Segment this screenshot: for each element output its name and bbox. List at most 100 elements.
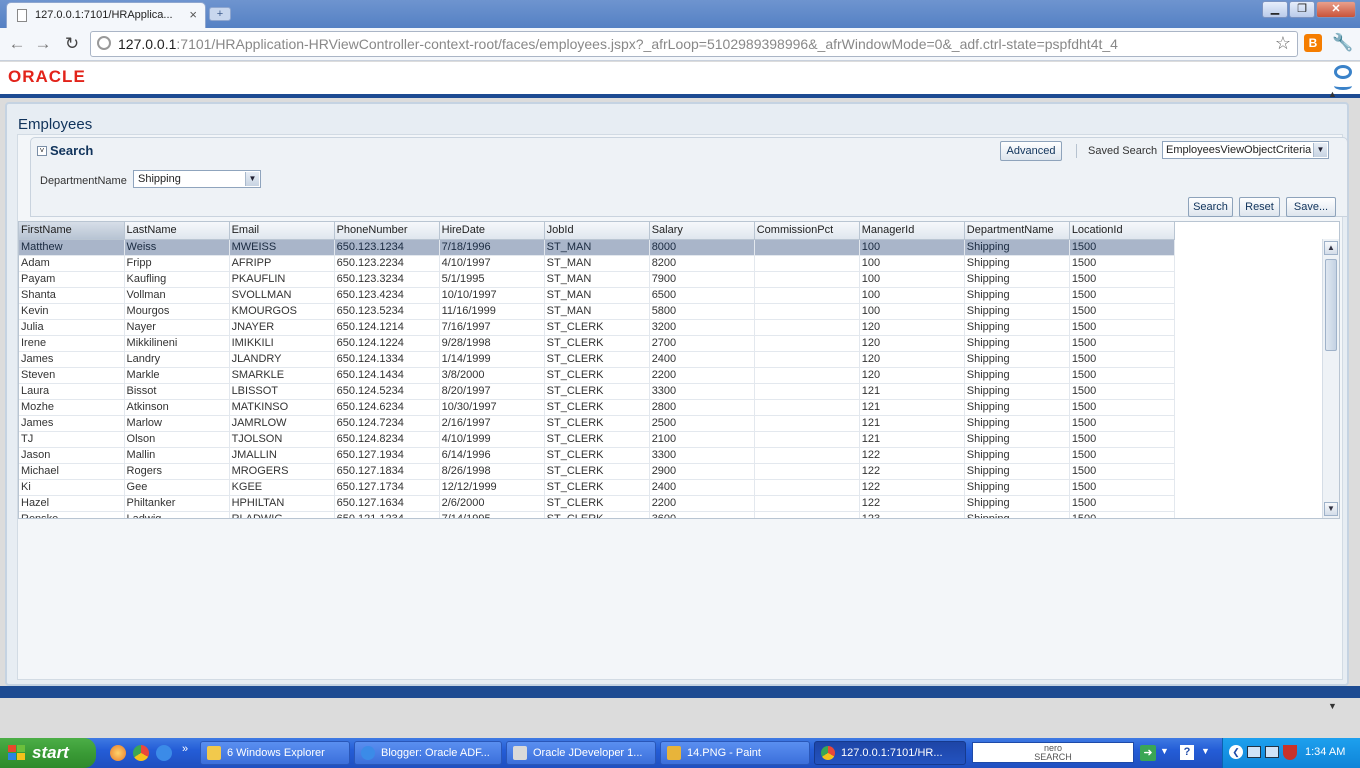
help-icon[interactable]: ?	[1180, 745, 1194, 760]
table-row[interactable]: Ki Gee KGEE 650.127.1734 12/12/1999 ST_CLERK 2…	[19, 479, 1176, 496]
new-tab-button[interactable]: +	[209, 7, 231, 21]
task-paint[interactable]: 14.PNG - Paint	[660, 741, 810, 765]
start-button[interactable]: start	[0, 738, 96, 768]
table-cell: 2100	[649, 431, 755, 448]
saved-search-select[interactable]: EmployeesViewObjectCriteria ▼	[1162, 141, 1329, 159]
more-chevron-icon[interactable]: »	[182, 743, 188, 755]
table-cell: 3/8/2000	[439, 367, 545, 384]
table-cell: 2500	[649, 415, 755, 432]
table-cell: Ki	[19, 479, 125, 496]
search-collapse-icon[interactable]: ˅	[37, 146, 47, 156]
nero-search-box[interactable]: nero SEARCH	[972, 742, 1134, 763]
column-header[interactable]: LocationId	[1069, 222, 1176, 240]
vertical-scrollbar[interactable]: ▲ ▼	[1322, 239, 1339, 518]
table-cell: 120	[859, 335, 965, 352]
table-row[interactable]: Kevin Mourgos KMOURGOS 650.123.5234 11/16/19…	[19, 303, 1176, 320]
department-name-select[interactable]: Shipping ▼	[133, 170, 261, 188]
table-cell: Ladwig	[124, 511, 230, 518]
advanced-button[interactable]: Advanced	[1000, 141, 1062, 161]
network-icon[interactable]	[1247, 746, 1261, 758]
table-row[interactable]: James Landry JLANDRY 650.124.1334 1/14/1999 S…	[19, 351, 1176, 368]
table-cell: 3300	[649, 383, 755, 400]
reset-button[interactable]: Reset	[1239, 197, 1280, 217]
table-cell: 650.127.1734	[334, 479, 440, 496]
save-search-button[interactable]: Save...	[1286, 197, 1336, 217]
table-row[interactable]: Julia Nayer JNAYER 650.124.1214 7/16/1997 ST_…	[19, 319, 1176, 336]
scroll-up-icon[interactable]: ▲	[1324, 241, 1338, 255]
table-cell: 2200	[649, 495, 755, 512]
table-cell	[754, 383, 860, 400]
bookmark-star-icon[interactable]: ☆	[1275, 33, 1291, 54]
column-header[interactable]: DepartmentName	[964, 222, 1070, 240]
scroll-thumb[interactable]	[1325, 259, 1337, 351]
maximize-button[interactable]: ❐	[1289, 1, 1315, 18]
table-row[interactable]: Irene Mikkilineni IMIKKILI 650.124.1224 9/28…	[19, 335, 1176, 352]
dropdown-icon[interactable]: ▼	[1160, 746, 1169, 756]
table-row[interactable]: Matthew Weiss MWEISS 650.123.1234 7/18/1996 S…	[19, 239, 1176, 256]
firefox-icon[interactable]	[110, 745, 126, 761]
column-header[interactable]: JobId	[544, 222, 650, 240]
table-cell: 2/6/2000	[439, 495, 545, 512]
close-window-button[interactable]: ✕	[1316, 1, 1356, 18]
go-arrow-icon[interactable]: ➜	[1140, 745, 1156, 761]
table-cell: Bissot	[124, 383, 230, 400]
table-cell: Shipping	[964, 255, 1070, 272]
start-label: start	[32, 743, 69, 762]
table-row[interactable]: Laura Bissot LBISSOT 650.124.5234 8/20/1997 S…	[19, 383, 1176, 400]
collapse-header-icon[interactable]: ▲	[1328, 89, 1337, 99]
table-cell	[754, 399, 860, 416]
task-blogger[interactable]: Blogger: Oracle ADF...	[354, 741, 502, 765]
column-header[interactable]: PhoneNumber	[334, 222, 440, 240]
address-bar[interactable]: 127.0.0.1:7101/HRApplication-HRViewContr…	[90, 31, 1298, 57]
table-row[interactable]: Hazel Philtanker HPHILTAN 650.127.1634 2/6/2…	[19, 495, 1176, 512]
column-header[interactable]: Salary	[649, 222, 755, 240]
tray-expand-icon[interactable]: ❮	[1229, 745, 1243, 759]
minimize-button[interactable]: ▁	[1262, 1, 1288, 18]
table-cell: 120	[859, 367, 965, 384]
column-header[interactable]: LastName	[124, 222, 230, 240]
table-row[interactable]: Michael Rogers MROGERS 650.127.1834 8/26/199…	[19, 463, 1176, 480]
forward-arrow-icon[interactable]: →	[32, 33, 54, 55]
browser-tab[interactable]: 127.0.0.1:7101/HRApplica... ×	[6, 2, 206, 28]
search-button[interactable]: Search	[1188, 197, 1233, 217]
table-cell: ST_CLERK	[544, 319, 650, 336]
table-cell: Kevin	[19, 303, 125, 320]
task-chrome[interactable]: 127.0.0.1:7101/HR...	[814, 741, 966, 765]
collapse-footer-icon[interactable]: ▼	[1328, 701, 1337, 711]
table-cell: 650.123.2234	[334, 255, 440, 272]
table-row[interactable]: Payam Kaufling PKAUFLIN 650.123.3234 5/1/199…	[19, 271, 1176, 288]
nero-search-label: nero SEARCH	[1034, 743, 1072, 762]
table-cell: 5/1/1995	[439, 271, 545, 288]
table-row[interactable]: Renske Ladwig RLADWIG 650.121.1234 7/14/1995…	[19, 511, 1176, 518]
column-header[interactable]: ManagerId	[859, 222, 965, 240]
task-windows-explorer[interactable]: 6 Windows Explorer	[200, 741, 350, 765]
scroll-down-icon[interactable]: ▼	[1324, 502, 1338, 516]
search-title: Search	[50, 143, 94, 158]
task-jdeveloper[interactable]: Oracle JDeveloper 1...	[506, 741, 656, 765]
column-header[interactable]: CommissionPct	[754, 222, 860, 240]
table-row[interactable]: TJ Olson TJOLSON 650.124.8234 4/10/1999 ST_CL…	[19, 431, 1176, 448]
table-row[interactable]: James Marlow JAMRLOW 650.124.7234 2/16/1997 S…	[19, 415, 1176, 432]
dropdown-icon[interactable]: ▼	[1201, 746, 1210, 756]
wrench-icon[interactable]: 🔧	[1332, 33, 1353, 53]
table-row[interactable]: Adam Fripp AFRIPP 650.123.2234 4/10/1997 ST_M…	[19, 255, 1176, 272]
table-row[interactable]: Jason Mallin JMALLIN 650.127.1934 6/14/1996 S…	[19, 447, 1176, 464]
chrome-icon[interactable]	[133, 745, 149, 761]
column-header[interactable]: Email	[229, 222, 335, 240]
table-row[interactable]: Steven Markle SMARKLE 650.124.1434 3/8/2000 S…	[19, 367, 1176, 384]
table-cell: ST_CLERK	[544, 511, 650, 518]
security-shield-icon[interactable]	[1283, 745, 1297, 760]
reload-icon[interactable]: ↻	[61, 33, 83, 55]
network-icon[interactable]	[1265, 746, 1279, 758]
table-row[interactable]: Shanta Vollman SVOLLMAN 650.123.4234 10/10/1…	[19, 287, 1176, 304]
back-arrow-icon[interactable]: ←	[6, 33, 28, 55]
table-cell: 122	[859, 463, 965, 480]
table-row[interactable]: Mozhe Atkinson MATKINSO 650.124.6234 10/30/1…	[19, 399, 1176, 416]
tab-close-icon[interactable]: ×	[189, 7, 197, 22]
column-header[interactable]: HireDate	[439, 222, 545, 240]
blogger-icon[interactable]: B	[1304, 34, 1322, 52]
table-cell	[754, 431, 860, 448]
table-cell: Steven	[19, 367, 125, 384]
ie-icon[interactable]	[156, 745, 172, 761]
column-header[interactable]: FirstName	[19, 222, 125, 240]
